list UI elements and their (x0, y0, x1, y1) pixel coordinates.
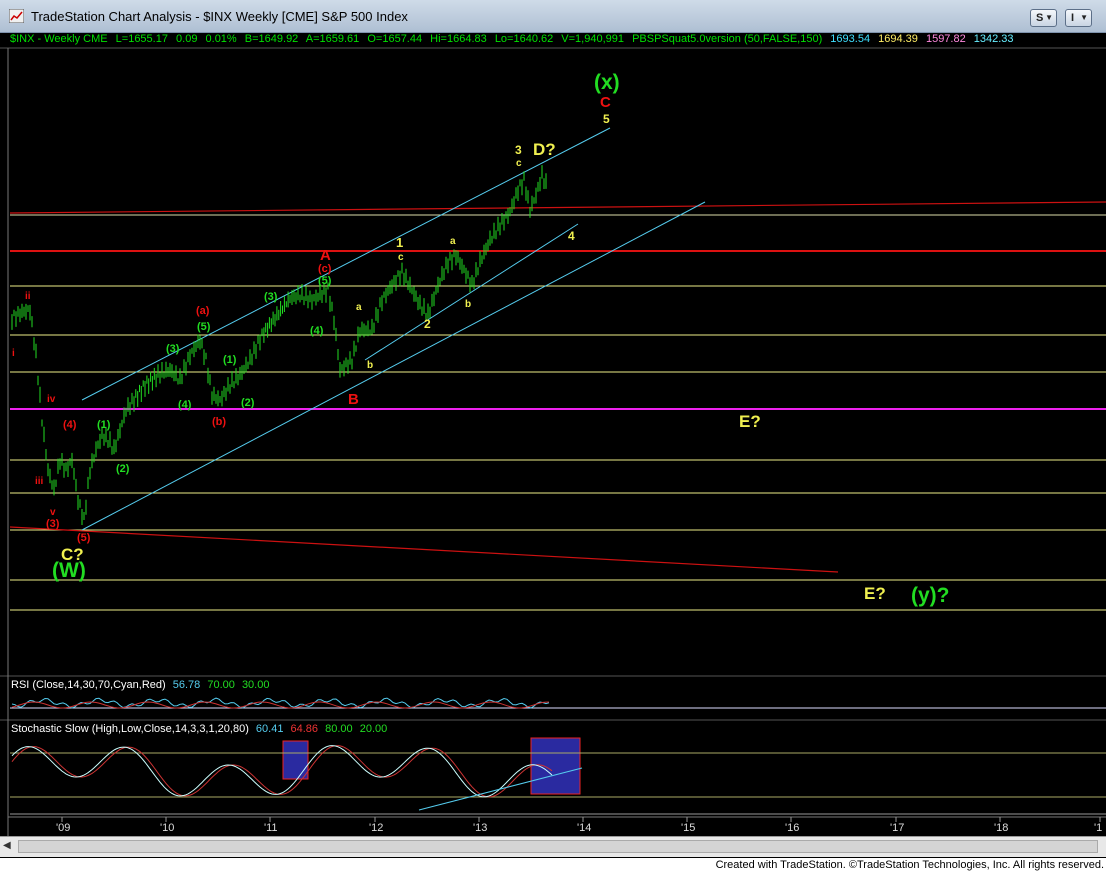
stoch-value-k: 60.41 (255, 723, 284, 735)
wave-label: (4) (63, 419, 77, 431)
wave-label: (3) (46, 518, 60, 530)
wave-label: (3) (264, 291, 278, 303)
x-tick-label: '17 (890, 822, 904, 834)
chart-window: TradeStation Chart Analysis - $INX Weekl… (0, 0, 1106, 858)
stoch-highlight-box (282, 740, 309, 780)
stoch-title: Stochastic Slow (High,Low,Close,14,3,3,1… (11, 723, 249, 735)
wave-label: (3) (166, 343, 180, 355)
x-tick-label: '09 (56, 822, 70, 834)
wave-label: a (356, 302, 362, 313)
stochastic-panel (10, 737, 1106, 815)
x-tick-label: '10 (160, 822, 174, 834)
rsi-value: 56.78 (172, 679, 201, 691)
horizontal-scrollbar[interactable]: ◀ (0, 836, 1106, 857)
wave-label: c (516, 158, 522, 169)
rsi-panel (10, 697, 1106, 709)
wave-label: (5) (197, 321, 211, 333)
horizontal-lines (10, 214, 1106, 611)
wave-label: (5) (77, 532, 91, 544)
x-tick-label: '11 (264, 822, 278, 834)
rsi-upper: 70.00 (207, 679, 235, 691)
wave-label: E? (864, 584, 886, 603)
x-tick-label: '13 (473, 822, 487, 834)
wave-label: D? (533, 140, 556, 159)
x-tick-label: '14 (577, 822, 591, 834)
wave-label: ii (25, 291, 31, 302)
trend-line-red-upper (9, 201, 1106, 214)
stoch-upper: 80.00 (325, 723, 353, 735)
wave-label: (y)? (911, 584, 950, 607)
stoch-lower: 20.00 (359, 723, 388, 735)
wave-label: (2) (241, 397, 255, 409)
wave-label: (5) (318, 275, 332, 287)
x-tick-label: '15 (681, 822, 695, 834)
wave-label: b (465, 299, 471, 310)
wave-label: v (50, 507, 56, 518)
wave-label: B (348, 391, 359, 408)
wave-label: 4 (568, 229, 575, 243)
footer: Created with TradeStation. ©TradeStation… (0, 858, 1106, 873)
copyright-text: Created with TradeStation. ©TradeStation… (715, 859, 1104, 871)
wave-label: (1) (223, 354, 237, 366)
x-tick-label: '1 (1094, 822, 1102, 834)
wave-label: a (450, 236, 456, 247)
wave-label: C? (61, 545, 84, 564)
wave-label: (4) (178, 399, 192, 411)
rsi-title: RSI (Close,14,30,70,Cyan,Red) (11, 679, 166, 691)
chevron-left-icon[interactable]: ◀ (3, 840, 11, 851)
wave-label: (b) (212, 416, 226, 428)
wave-label: iv (47, 394, 56, 405)
wave-label: (a) (196, 305, 210, 317)
wave-annotations: (W) C? (x) C 5 3 c D? 4 1 c a b 2 A (c) … (12, 71, 950, 607)
wave-label: (2) (116, 463, 130, 475)
wave-label: (c) (318, 263, 332, 275)
x-tick-label: '16 (785, 822, 799, 834)
x-axis: '09 '10 '11 '12 '13 '14 '15 '16 '17 '18 '1 (8, 816, 1106, 834)
stochastic-legend: Stochastic Slow (High,Low,Close,14,3,3,1… (11, 723, 387, 735)
wave-label: b (367, 360, 373, 371)
wave-label: 1 (396, 235, 403, 250)
wave-label: i (12, 348, 15, 359)
scrollbar-thumb[interactable] (18, 840, 1098, 853)
price-series (11, 165, 547, 525)
rsi-legend: RSI (Close,14,30,70,Cyan,Red) 56.78 70.0… (11, 679, 269, 691)
wave-label: C (600, 94, 611, 111)
trend-line-red-lower (9, 526, 839, 573)
wave-label: (x) (594, 71, 620, 94)
wave-label: 3 (515, 143, 522, 157)
stoch-value-d: 64.86 (290, 723, 319, 735)
wave-label: c (398, 252, 404, 263)
wave-label: (1) (97, 419, 111, 431)
x-tick-label: '12 (369, 822, 383, 834)
wave-label: 2 (424, 317, 431, 331)
wave-label: 5 (603, 112, 610, 126)
x-tick-label: '18 (994, 822, 1008, 834)
rsi-lower: 30.00 (241, 679, 270, 691)
wave-label: (4) (310, 325, 324, 337)
wave-label: E? (739, 412, 761, 431)
wave-label: A (320, 247, 331, 264)
wave-label: iii (35, 476, 44, 487)
